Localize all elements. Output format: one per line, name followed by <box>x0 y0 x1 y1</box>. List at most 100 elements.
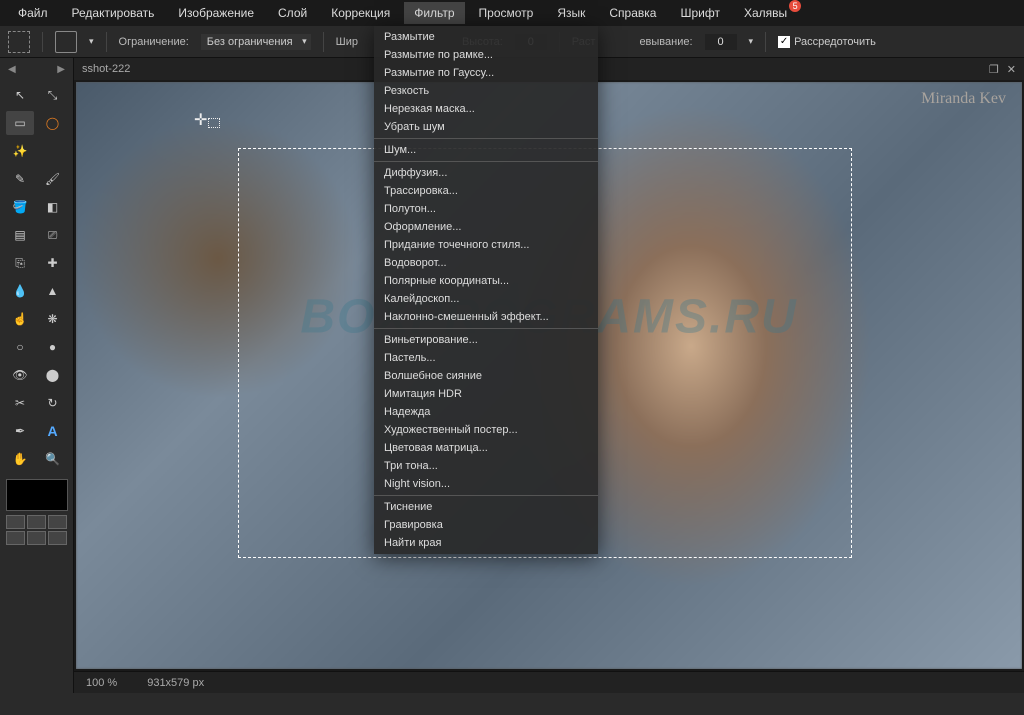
tool-zoom[interactable]: 🔍 <box>39 447 67 471</box>
tool-sponge[interactable]: ❋ <box>39 307 67 331</box>
cursor-crosshair-icon: ✛ <box>194 110 207 130</box>
tool-color-rep[interactable]: ⬤ <box>39 363 67 387</box>
zoom-level[interactable]: 100 % <box>86 677 117 689</box>
scatter-checkbox[interactable]: ✓ Рассредоточить <box>778 36 876 48</box>
menu-просмотр[interactable]: Просмотр <box>469 2 544 24</box>
nav-next-icon[interactable]: ▶ <box>57 64 65 75</box>
filter-item[interactable]: Пастель... <box>374 349 598 367</box>
palette-cell[interactable] <box>48 531 67 545</box>
badge: 5 <box>789 0 801 12</box>
tool-wand[interactable]: ✨ <box>6 139 34 163</box>
filter-item[interactable]: Водоворот... <box>374 254 598 272</box>
tool-redeye[interactable]: 👁 <box>6 363 34 387</box>
menubar: ФайлРедактироватьИзображениеСлойКоррекци… <box>0 0 1024 26</box>
filter-item[interactable]: Убрать шум <box>374 118 598 136</box>
filter-item[interactable]: Гравировка <box>374 516 598 534</box>
menu-язык[interactable]: Язык <box>547 2 595 24</box>
filter-item[interactable]: Трассировка... <box>374 182 598 200</box>
palette-cell[interactable] <box>27 515 46 529</box>
filter-item[interactable]: Надежда <box>374 403 598 421</box>
tool-marquee[interactable]: ▭ <box>6 111 34 135</box>
filter-item[interactable]: Три тона... <box>374 457 598 475</box>
tool-rotate[interactable]: ↻ <box>39 391 67 415</box>
palette-cell[interactable] <box>48 515 67 529</box>
filter-item[interactable]: Волшебное сияние <box>374 367 598 385</box>
tool-spacer1[interactable] <box>39 139 67 163</box>
constraint-label: Ограничение: <box>119 36 189 48</box>
filter-item[interactable]: Найти края <box>374 534 598 552</box>
tool-stamp[interactable]: ⎚ <box>39 223 67 247</box>
shape-dropdown-arrow[interactable]: ▾ <box>89 36 94 47</box>
feather-label: евывание: <box>639 36 692 48</box>
menu-халявы[interactable]: Халявы5 <box>734 2 797 24</box>
tool-drop[interactable]: 💧 <box>6 279 34 303</box>
tool-dodge[interactable]: ○ <box>6 335 34 359</box>
filter-item[interactable]: Размытие <box>374 28 598 46</box>
menu-separator <box>374 495 598 496</box>
palette-cell[interactable] <box>6 515 25 529</box>
filter-item[interactable]: Придание точечного стиля... <box>374 236 598 254</box>
filter-item[interactable]: Night vision... <box>374 475 598 493</box>
filter-item[interactable]: Шум... <box>374 141 598 159</box>
tool-clone[interactable]: ⎘ <box>6 251 34 275</box>
tool-move-alt[interactable]: ⤡ <box>39 83 67 107</box>
tool-move[interactable]: ↖ <box>6 83 34 107</box>
filter-item[interactable]: Наклонно-смешенный эффект... <box>374 308 598 326</box>
filter-item[interactable]: Виньетирование... <box>374 331 598 349</box>
filter-item[interactable]: Имитация HDR <box>374 385 598 403</box>
tool-grid: ↖⤡▭◯✨ ✎🖌🪣◧▤⎚⎘✚💧▲☝❋○●👁⬤✂↻✒A✋🔍 <box>2 81 71 473</box>
nav-prev-icon[interactable]: ◀ <box>8 64 16 75</box>
tool-pencil[interactable]: ✎ <box>6 167 34 191</box>
document-title[interactable]: sshot-222 <box>82 63 130 75</box>
check-icon: ✓ <box>778 36 790 48</box>
menu-фильтр[interactable]: Фильтр <box>404 2 464 24</box>
palette-cell[interactable] <box>6 531 25 545</box>
foreground-swatch[interactable] <box>6 479 68 511</box>
menu-separator <box>374 161 598 162</box>
menu-редактировать[interactable]: Редактировать <box>62 2 165 24</box>
menu-коррекция[interactable]: Коррекция <box>321 2 400 24</box>
shape-mode-icon[interactable] <box>55 31 77 53</box>
tool-text[interactable]: A <box>39 419 67 443</box>
restore-window-icon[interactable]: ❐ <box>989 63 999 76</box>
tool-eraser[interactable]: ◧ <box>39 195 67 219</box>
filter-item[interactable]: Цветовая матрица... <box>374 439 598 457</box>
filter-item[interactable]: Тиснение <box>374 498 598 516</box>
tool-lasso[interactable]: ◯ <box>39 111 67 135</box>
filter-item[interactable]: Оформление... <box>374 218 598 236</box>
tool-pen[interactable]: ✒ <box>6 419 34 443</box>
filter-item[interactable]: Диффузия... <box>374 164 598 182</box>
menu-справка[interactable]: Справка <box>599 2 666 24</box>
filter-item[interactable]: Художественный постер... <box>374 421 598 439</box>
menu-изображение[interactable]: Изображение <box>168 2 264 24</box>
tool-bucket[interactable]: 🪣 <box>6 195 34 219</box>
tool-burn[interactable]: ● <box>39 335 67 359</box>
feather-value[interactable]: 0 <box>705 34 737 50</box>
menu-шрифт[interactable]: Шрифт <box>670 2 729 24</box>
constraint-dropdown[interactable]: Без ограничения <box>201 34 311 50</box>
feather-dropdown-arrow[interactable]: ▾ <box>749 36 754 47</box>
tool-smudge[interactable]: ☝ <box>6 307 34 331</box>
menu-слой[interactable]: Слой <box>268 2 317 24</box>
menu-файл[interactable]: Файл <box>8 2 58 24</box>
filter-item[interactable]: Размытие по рамке... <box>374 46 598 64</box>
palette-cell[interactable] <box>27 531 46 545</box>
close-window-icon[interactable]: ✕ <box>1007 63 1016 76</box>
filter-item[interactable]: Калейдоскоп... <box>374 290 598 308</box>
filter-item[interactable]: Резкость <box>374 82 598 100</box>
tool-crop[interactable]: ✂ <box>6 391 34 415</box>
marquee-mode-icon[interactable] <box>8 31 30 53</box>
filter-item[interactable]: Размытие по Гауссу... <box>374 64 598 82</box>
tool-shape[interactable]: ▲ <box>39 279 67 303</box>
separator <box>106 32 107 52</box>
separator <box>765 32 766 52</box>
tool-brush[interactable]: 🖌 <box>39 167 67 191</box>
tool-gradient[interactable]: ▤ <box>6 223 34 247</box>
palette-grid <box>6 515 67 545</box>
filter-item[interactable]: Нерезкая маска... <box>374 100 598 118</box>
tool-hand[interactable]: ✋ <box>6 447 34 471</box>
filter-item[interactable]: Полярные координаты... <box>374 272 598 290</box>
tool-heal[interactable]: ✚ <box>39 251 67 275</box>
filter-item[interactable]: Полутон... <box>374 200 598 218</box>
separator <box>323 32 324 52</box>
